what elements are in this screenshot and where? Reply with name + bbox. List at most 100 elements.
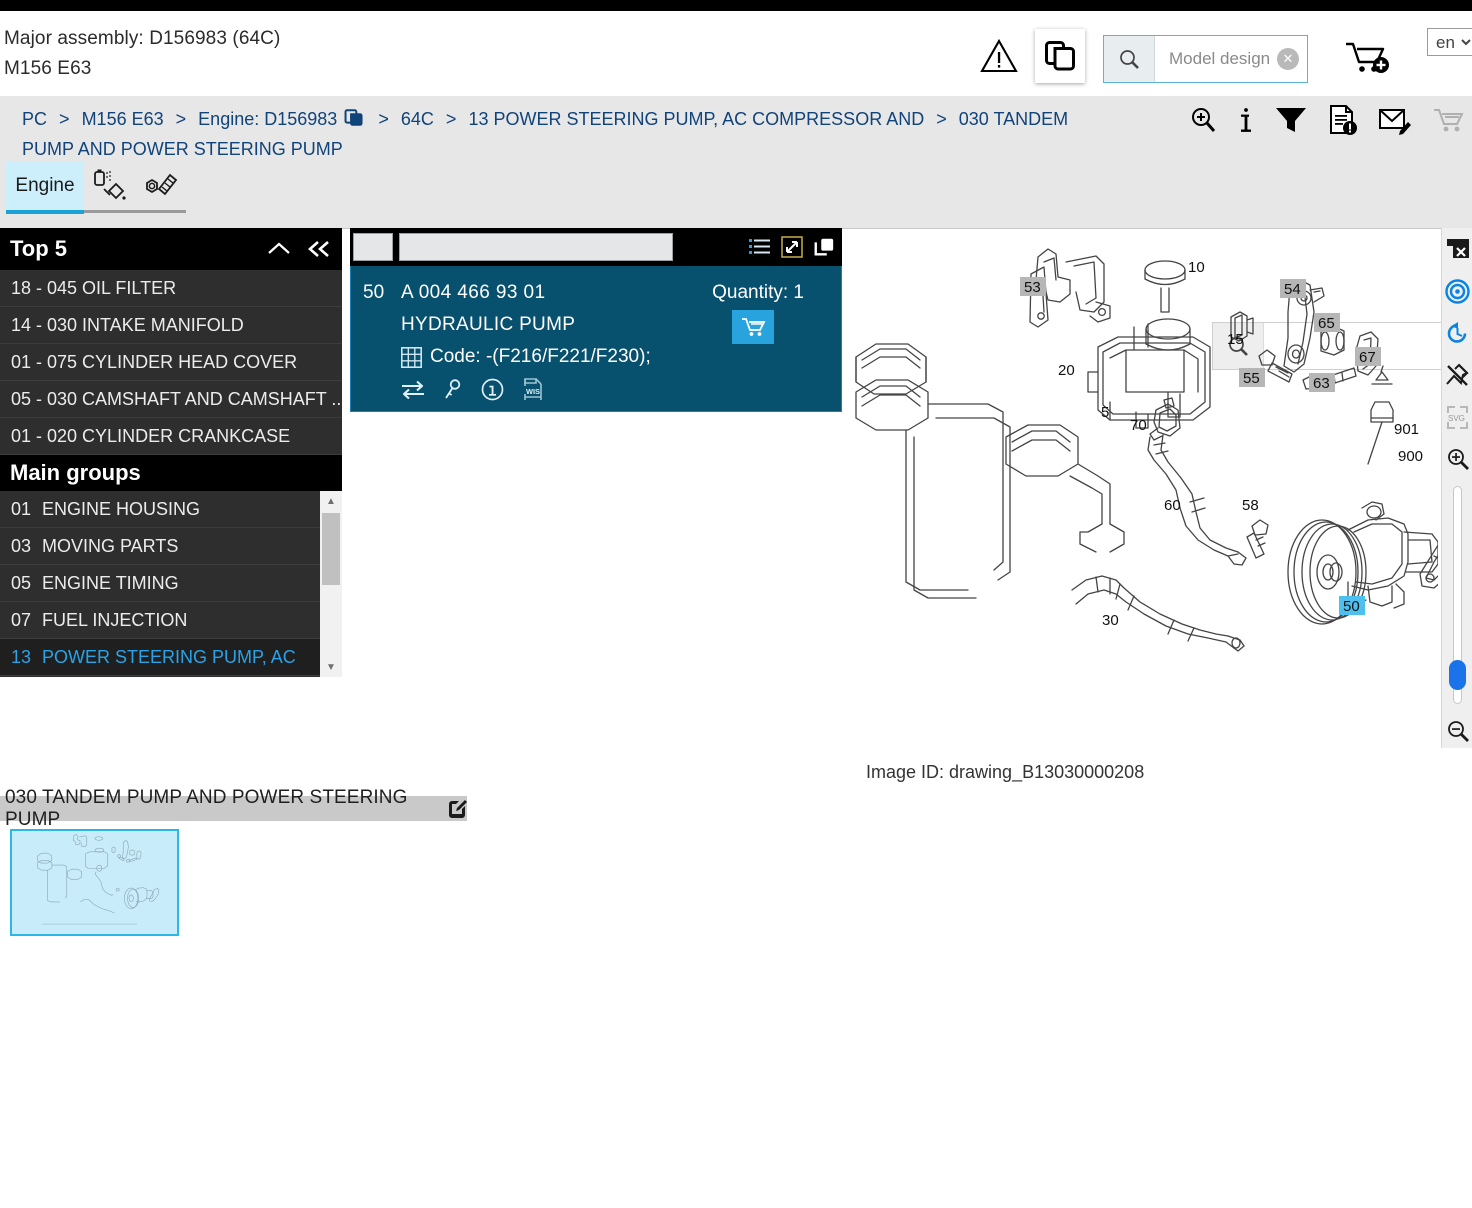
callout-10[interactable]: 10 (1188, 259, 1205, 276)
breadcrumb-item-model[interactable]: M156 E63 (82, 109, 164, 129)
callout-65[interactable]: 65 (1318, 315, 1335, 332)
breadcrumb-copy-icon[interactable] (344, 108, 364, 128)
bolt-nut-icon (146, 173, 178, 196)
thumbnail-item[interactable] (10, 829, 179, 936)
callout-70[interactable]: 70 (1130, 417, 1147, 434)
callout-67[interactable]: 67 (1359, 349, 1376, 366)
zoom-in-icon[interactable] (1442, 438, 1472, 480)
callout-53[interactable]: 53 (1024, 279, 1041, 296)
breadcrumb-item-pc[interactable]: PC (22, 109, 47, 129)
tab-engine[interactable]: Engine (6, 162, 84, 214)
sidebar-item-engine-housing[interactable]: 01 ENGINE HOUSING (0, 491, 320, 528)
table-grid-icon[interactable] (401, 346, 422, 368)
breadcrumb-item-64c[interactable]: 64C (401, 109, 434, 129)
callout-20[interactable]: 20 (1058, 362, 1075, 379)
document-alert-icon[interactable] (1328, 104, 1358, 136)
unpin-icon[interactable] (1442, 354, 1472, 396)
cart-icon (741, 318, 765, 336)
part-card-toolbar-box-wide[interactable] (399, 233, 673, 261)
group-label: ENGINE TIMING (42, 572, 179, 593)
exploded-view-drawing[interactable]: 53 10 15 54 65 67 20 5 55 63 70 901 900 … (848, 232, 1438, 752)
part-code-row: Code: -(F216/F221/F230); (401, 346, 651, 368)
key-icon[interactable] (444, 378, 462, 401)
svg-export-icon[interactable]: SVG (1442, 396, 1472, 438)
zoom-in-icon[interactable] (1188, 105, 1218, 135)
sidebar-item-fuel-injection[interactable]: 07 FUEL INJECTION (0, 602, 320, 639)
callout-30[interactable]: 30 (1102, 612, 1119, 629)
zoom-slider-thumb[interactable] (1449, 660, 1466, 690)
callout-55[interactable]: 55 (1243, 370, 1260, 387)
mail-edit-icon[interactable] (1378, 105, 1412, 135)
copy-button[interactable] (1035, 29, 1085, 83)
info-icon[interactable] (1238, 105, 1254, 135)
model-code-label: M156 E63 (4, 58, 92, 79)
callout-900[interactable]: 900 (1398, 448, 1423, 465)
edit-icon[interactable] (448, 799, 467, 818)
scrollbar-thumb[interactable] (322, 513, 340, 585)
group-label: FUEL INJECTION (42, 609, 188, 630)
list-item[interactable]: 05 - 030 CAMSHAFT AND CAMSHAFT ... (0, 381, 342, 418)
list-icon[interactable] (749, 237, 771, 257)
group-number: 03 (11, 535, 32, 556)
model-design-search[interactable]: ✕ (1103, 35, 1308, 83)
cart-icon[interactable] (1432, 105, 1466, 135)
callout-54[interactable]: 54 (1284, 281, 1301, 298)
breadcrumb-item-group[interactable]: 13 POWER STEERING PUMP, AC COMPRESSOR AN… (468, 109, 924, 129)
clear-icon[interactable]: ✕ (1277, 48, 1299, 70)
part-card-toolbar-box-small[interactable] (353, 233, 393, 261)
breadcrumb-item-engine[interactable]: Engine: D156983 (198, 109, 337, 129)
group-label: POWER STEERING PUMP, AC (42, 646, 296, 667)
main-groups-title: Main groups (10, 460, 141, 485)
tab-underline (84, 210, 186, 213)
zoom-out-icon[interactable] (1442, 710, 1472, 752)
sidebar-item-power-steering-pump[interactable]: 13 POWER STEERING PUMP, AC (0, 639, 320, 676)
target-icon[interactable] (1442, 270, 1472, 312)
filter-icon[interactable] (1274, 105, 1308, 135)
callout-60[interactable]: 60 (1164, 497, 1181, 514)
svg-text:WIS: WIS (526, 387, 540, 396)
warning-icon[interactable] (980, 37, 1018, 75)
wis-document-icon[interactable]: WIS (523, 378, 543, 401)
list-item[interactable]: 18 - 045 OIL FILTER (0, 270, 342, 307)
tab-strip: Engine (0, 156, 1472, 370)
app-header: Major assembly: D156983 (64C) M156 E63 ✕ (0, 11, 1472, 96)
callout-58[interactable]: 58 (1242, 497, 1259, 514)
add-to-cart-button[interactable] (732, 310, 774, 344)
tab-fasteners[interactable] (136, 166, 182, 210)
callout-15[interactable]: 15 (1227, 331, 1244, 348)
reset-rotate-icon[interactable] (1442, 312, 1472, 354)
drawing-toolbar: SVG (1441, 228, 1472, 748)
main-groups-scrollbar[interactable]: ▲ ▼ (320, 491, 342, 677)
collapse-up-icon[interactable] (266, 240, 292, 258)
cart-add-icon[interactable] (1343, 37, 1391, 79)
list-item[interactable]: 14 - 030 INTAKE MANIFOLD (0, 307, 342, 344)
top5-list: 18 - 045 OIL FILTER 14 - 030 INTAKE MANI… (0, 270, 342, 455)
exchange-icon[interactable] (401, 380, 425, 400)
callout-50[interactable]: 50 (1343, 598, 1360, 615)
image-id-label: Image ID: drawing_B13030000208 (866, 762, 1145, 782)
callout-63[interactable]: 63 (1313, 375, 1330, 392)
callout-5[interactable]: 5 (1101, 404, 1109, 421)
list-item[interactable]: 01 - 075 CYLINDER HEAD COVER (0, 344, 342, 381)
top5-item-label: 01 - 075 CYLINDER HEAD COVER (11, 351, 298, 372)
top5-header: Top 5 (0, 228, 342, 270)
group-number: 13 (11, 646, 32, 667)
info-circle-icon[interactable] (481, 378, 504, 401)
tab-paint[interactable] (86, 166, 132, 210)
sidebar-item-engine-timing[interactable]: 05 ENGINE TIMING (0, 565, 320, 602)
breadcrumb-separator: > (175, 109, 187, 129)
zoom-slider[interactable] (1442, 480, 1472, 710)
expand-icon[interactable] (781, 236, 803, 258)
language-select[interactable]: en (1427, 28, 1472, 56)
scroll-up-icon[interactable]: ▲ (320, 491, 342, 511)
close-window-icon[interactable] (1442, 228, 1472, 270)
svg-text:SVG: SVG (1448, 414, 1465, 423)
callout-901[interactable]: 901 (1394, 421, 1419, 438)
list-item[interactable]: 01 - 020 CYLINDER CRANKCASE (0, 418, 342, 455)
scroll-down-icon[interactable]: ▼ (320, 657, 342, 677)
sidebar-item-moving-parts[interactable]: 03 MOVING PARTS (0, 528, 320, 565)
copy-icon[interactable] (813, 236, 835, 258)
part-card-body[interactable]: 50 A 004 466 93 01 HYDRAULIC PUMP Code: … (350, 266, 842, 412)
part-card: 50 A 004 466 93 01 HYDRAULIC PUMP Code: … (350, 228, 842, 412)
collapse-left-icon[interactable] (306, 239, 332, 259)
